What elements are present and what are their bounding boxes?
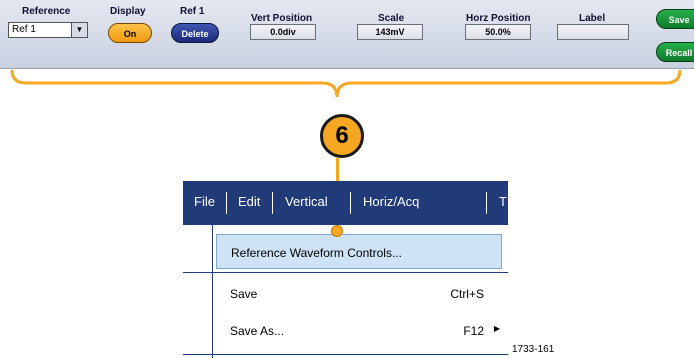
horz-position-label: Horz Position bbox=[466, 13, 531, 24]
ref1-label: Ref 1 bbox=[180, 6, 205, 17]
menu-item-shortcut: Ctrl+S bbox=[450, 287, 484, 301]
chevron-down-icon[interactable]: ▼ bbox=[71, 23, 87, 37]
label-field[interactable] bbox=[557, 24, 629, 40]
save-button[interactable]: Save bbox=[656, 9, 694, 29]
menu-item-shortcut: F12 bbox=[463, 324, 484, 338]
menu-file[interactable]: File bbox=[194, 194, 215, 209]
reference-select[interactable]: Ref 1 ▼ bbox=[8, 22, 88, 38]
menu-gutter bbox=[183, 225, 213, 358]
recall-button[interactable]: Recall bbox=[656, 42, 694, 62]
menu-separator bbox=[486, 192, 487, 214]
submenu-arrow-icon: ▶ bbox=[493, 324, 500, 333]
menu-edit[interactable]: Edit bbox=[238, 194, 260, 209]
callout-pointer-dot bbox=[331, 225, 343, 237]
menu-horiz-acq[interactable]: Horiz/Acq bbox=[363, 194, 419, 209]
menu-vertical[interactable]: Vertical bbox=[285, 194, 328, 209]
step-callout: 6 bbox=[320, 114, 364, 158]
scale-label: Scale bbox=[378, 13, 405, 24]
menu-separator bbox=[272, 192, 273, 214]
menu-bar: File Edit Vertical Horiz/Acq T bbox=[183, 181, 508, 225]
horz-position-field[interactable]: 50.0% bbox=[465, 24, 531, 40]
reference-label: Reference bbox=[22, 6, 71, 17]
menu-item-label: Save bbox=[230, 287, 258, 301]
menu-truncated[interactable]: T bbox=[499, 194, 507, 209]
menu-item-reference-waveform-controls[interactable]: Reference Waveform Controls... bbox=[216, 234, 502, 269]
menu-divider bbox=[183, 272, 508, 273]
vert-position-label: Vert Position bbox=[251, 13, 313, 24]
reference-control-bar: Reference Ref 1 ▼ Display On Ref 1 Delet… bbox=[0, 0, 694, 69]
menu-separator bbox=[350, 192, 351, 214]
menu-item-label: Save As... bbox=[230, 324, 285, 338]
delete-button[interactable]: Delete bbox=[171, 23, 219, 43]
figure-id: 1733-161 bbox=[512, 344, 555, 355]
menu-item-label: Reference Waveform Controls... bbox=[231, 246, 402, 260]
display-label: Display bbox=[110, 6, 146, 17]
scale-field[interactable]: 143mV bbox=[357, 24, 423, 40]
display-on-button[interactable]: On bbox=[108, 23, 152, 43]
menu-item-save-as[interactable]: Save As... F12 ▶ bbox=[216, 313, 502, 348]
reference-select-value: Ref 1 bbox=[12, 24, 36, 35]
menu-item-save[interactable]: Save Ctrl+S bbox=[216, 276, 502, 311]
menu-divider bbox=[183, 354, 508, 355]
vert-position-field[interactable]: 0.0div bbox=[250, 24, 316, 40]
menu-separator bbox=[226, 192, 227, 214]
label-field-label: Label bbox=[579, 13, 606, 24]
file-menu-dropdown: Reference Waveform Controls... Save Ctrl… bbox=[183, 225, 508, 358]
callout-brace bbox=[10, 69, 682, 98]
